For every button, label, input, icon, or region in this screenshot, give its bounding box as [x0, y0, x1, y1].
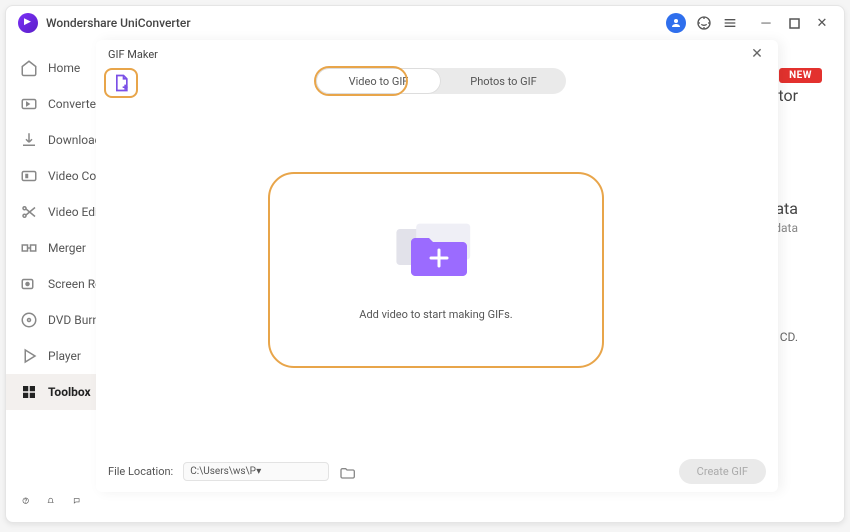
new-badge: NEW [779, 68, 822, 83]
close-button[interactable]: ✕ [812, 13, 832, 33]
close-icon[interactable]: ✕ [748, 45, 766, 63]
sidebar-item-editor[interactable]: Video Editor [6, 194, 96, 230]
sidebar-item-compressor[interactable]: Video Compressor [6, 158, 96, 194]
scissors-icon [20, 203, 38, 221]
sidebar-item-converter[interactable]: Converter [6, 86, 96, 122]
add-file-icon [111, 73, 131, 93]
tab-video-to-gif[interactable]: Video to GIF [316, 68, 441, 94]
home-icon [20, 59, 38, 77]
user-avatar-icon[interactable] [666, 13, 686, 33]
app-title: Wondershare UniConverter [46, 16, 666, 30]
download-icon [20, 131, 38, 149]
sidebar-item-merger[interactable]: Merger [6, 230, 96, 266]
add-file-button[interactable] [104, 68, 138, 98]
player-icon [20, 347, 38, 365]
sidebar-item-downloader[interactable]: Downloader [6, 122, 96, 158]
sidebar-item-toolbox[interactable]: Toolbox [6, 374, 96, 410]
bg-text: CD. [780, 330, 798, 344]
sidebar-item-label: Downloader [48, 133, 96, 147]
sidebar-item-recorder[interactable]: Screen Recorder [6, 266, 96, 302]
drop-zone-text: Add video to start making GIFs. [359, 308, 512, 321]
toolbox-icon [20, 383, 38, 401]
drop-zone[interactable]: Add video to start making GIFs. [268, 172, 604, 368]
sidebar-item-label: Merger [48, 241, 86, 255]
sidebar-item-player[interactable]: Player [6, 338, 96, 374]
tab-photos-to-gif[interactable]: Photos to GIF [441, 68, 566, 94]
modal-title: GIF Maker [108, 48, 748, 61]
mode-tabs: Video to GIF Photos to GIF [316, 68, 566, 94]
sidebar-item-label: Converter [48, 97, 96, 111]
gif-maker-modal: GIF Maker ✕ Video to GIF Photos to GIF [96, 40, 778, 492]
sidebar-item-label: Screen Recorder [48, 277, 96, 291]
compressor-icon [20, 167, 38, 185]
sidebar-item-label: Video Compressor [48, 169, 96, 183]
support-icon[interactable] [696, 15, 712, 31]
file-location-value: C:\Users\ws\Pictures\Wonders [190, 466, 256, 477]
sidebar-item-label: Video Editor [48, 205, 96, 219]
folder-plus-icon [391, 220, 481, 290]
file-location-label: File Location: [108, 465, 173, 478]
minimize-button[interactable]: ─ [756, 13, 776, 33]
converter-icon [20, 95, 38, 113]
chat-icon[interactable] [73, 492, 80, 510]
menu-icon[interactable] [722, 15, 738, 31]
sidebar-item-dvd[interactable]: DVD Burner [6, 302, 96, 338]
sidebar: Home Converter Downloader Video Compress… [6, 40, 96, 522]
sidebar-item-label: Home [48, 61, 80, 75]
dvd-icon [20, 311, 38, 329]
help-icon[interactable] [22, 492, 29, 510]
create-gif-button[interactable]: Create GIF [679, 459, 766, 484]
sidebar-item-label: DVD Burner [48, 313, 96, 327]
bg-text: tor [778, 86, 798, 105]
maximize-button[interactable] [784, 13, 804, 33]
sidebar-item-home[interactable]: Home [6, 50, 96, 86]
browse-folder-icon[interactable] [339, 464, 355, 478]
recorder-icon [20, 275, 38, 293]
app-logo [18, 13, 38, 33]
file-location-select[interactable]: C:\Users\ws\Pictures\Wonders ▾ [183, 462, 329, 481]
chevron-down-icon: ▾ [256, 466, 322, 477]
sidebar-item-label: Toolbox [48, 385, 91, 399]
sidebar-item-label: Player [48, 349, 81, 363]
merger-icon [20, 239, 38, 257]
bell-icon[interactable] [47, 492, 54, 510]
